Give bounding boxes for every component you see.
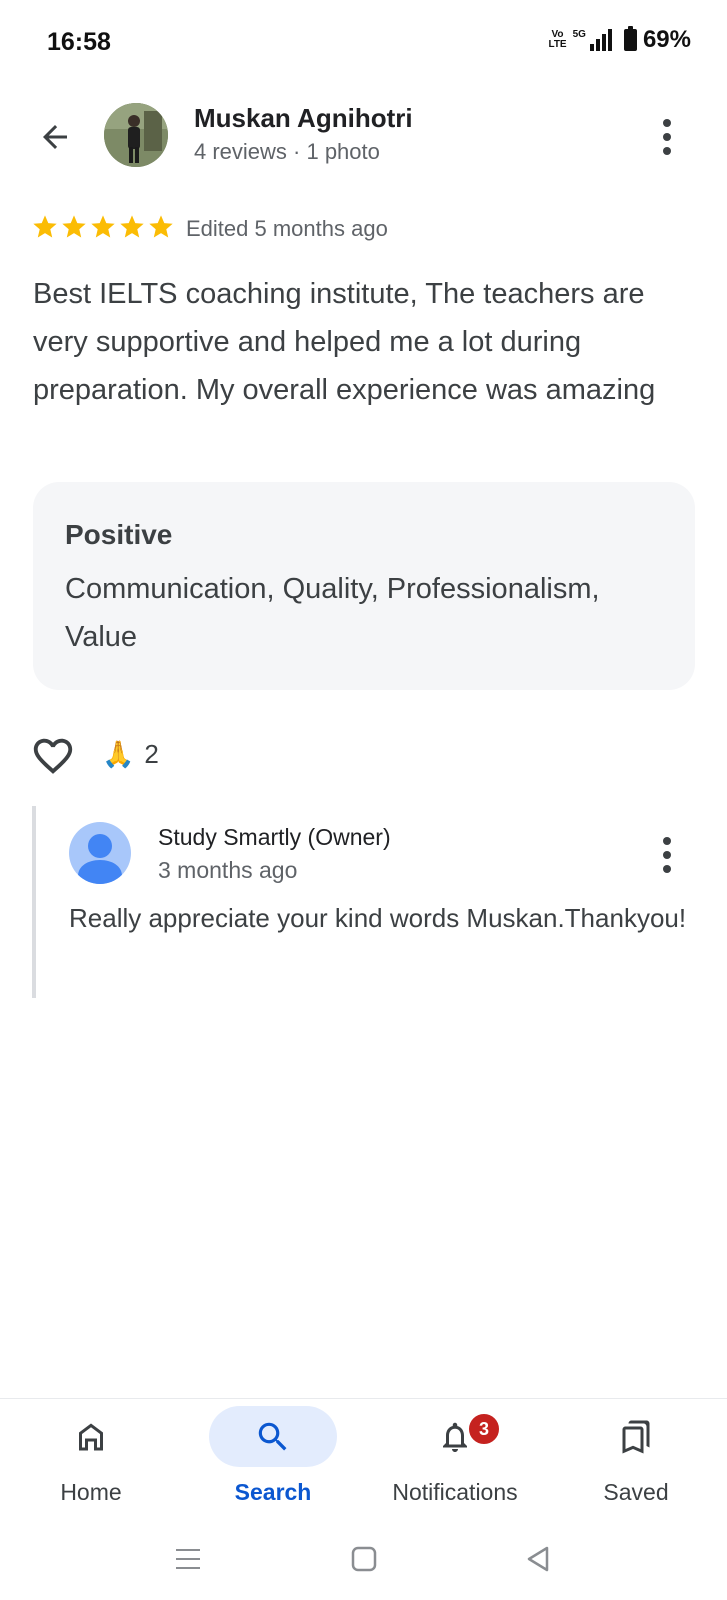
status-time: 16:58 [47, 28, 111, 56]
triangle-back-icon [527, 1546, 549, 1572]
volte-indicator: Vo LTE [548, 29, 567, 50]
reviewer-name[interactable]: Muskan Agnihotri [194, 103, 413, 134]
nav-notifications-label: Notifications [392, 1479, 518, 1505]
more-vert-icon [663, 837, 671, 873]
signal-icon [589, 29, 612, 51]
nav-search-label: Search [234, 1479, 312, 1505]
person-icon [78, 834, 122, 884]
avatar-photo-icon [104, 103, 168, 167]
star-rating [31, 213, 175, 241]
nav-notifications[interactable]: 3 Notifications [364, 1406, 546, 1506]
square-icon [351, 1546, 377, 1572]
nav-search[interactable]: Search [182, 1406, 364, 1506]
status-icons: Vo LTE 5G 69% [548, 26, 691, 54]
reviewer-avatar[interactable] [104, 103, 168, 167]
owner-reply-text: Really appreciate your kind words Muskan… [69, 903, 687, 933]
star-icon [91, 215, 115, 238]
star-icon [120, 215, 144, 238]
network-type: 5G [572, 28, 586, 40]
notifications-badge: 3 [467, 1412, 501, 1446]
star-icon [33, 215, 57, 238]
reply-more-button[interactable] [647, 830, 687, 880]
nav-saved[interactable]: Saved [545, 1406, 727, 1506]
reviewer-meta: 4 reviews · 1 photo [194, 139, 380, 164]
back-system-button[interactable] [518, 1539, 558, 1579]
reaction-count: 2 [144, 739, 159, 769]
edited-time: Edited 5 months ago [186, 216, 388, 241]
back-button[interactable] [30, 112, 80, 162]
more-vert-icon [663, 119, 671, 155]
nav-home[interactable]: Home [0, 1406, 182, 1506]
arrow-back-icon [43, 125, 67, 149]
review-more-button[interactable] [647, 112, 687, 162]
battery-percent: 69% [642, 26, 691, 53]
owner-name: Study Smartly (Owner) [158, 824, 391, 850]
owner-reply-time: 3 months ago [158, 857, 298, 883]
folded-hands-icon: 🙏 [102, 739, 135, 769]
like-button[interactable] [30, 733, 76, 779]
attributes-list: Communication, Quality, Professionalism,… [65, 573, 600, 653]
attributes-title: Positive [65, 519, 173, 550]
nav-saved-label: Saved [603, 1479, 669, 1505]
star-icon [62, 215, 86, 238]
recents-button[interactable] [168, 1539, 208, 1579]
search-icon [258, 1422, 287, 1450]
reaction-chip[interactable]: 🙏 2 [102, 739, 159, 770]
nav-home-label: Home [60, 1479, 122, 1505]
review-text: Best IELTS coaching institute, The teach… [33, 278, 656, 406]
owner-avatar [69, 822, 131, 884]
home-system-button[interactable] [344, 1539, 384, 1579]
menu-lines-icon [176, 1549, 200, 1569]
home-icon [79, 1423, 103, 1450]
reply-divider [32, 806, 36, 998]
star-icon [149, 215, 173, 238]
bookmarks-icon [622, 1420, 650, 1453]
heart-outline-icon [33, 738, 73, 774]
battery-icon [623, 26, 637, 51]
